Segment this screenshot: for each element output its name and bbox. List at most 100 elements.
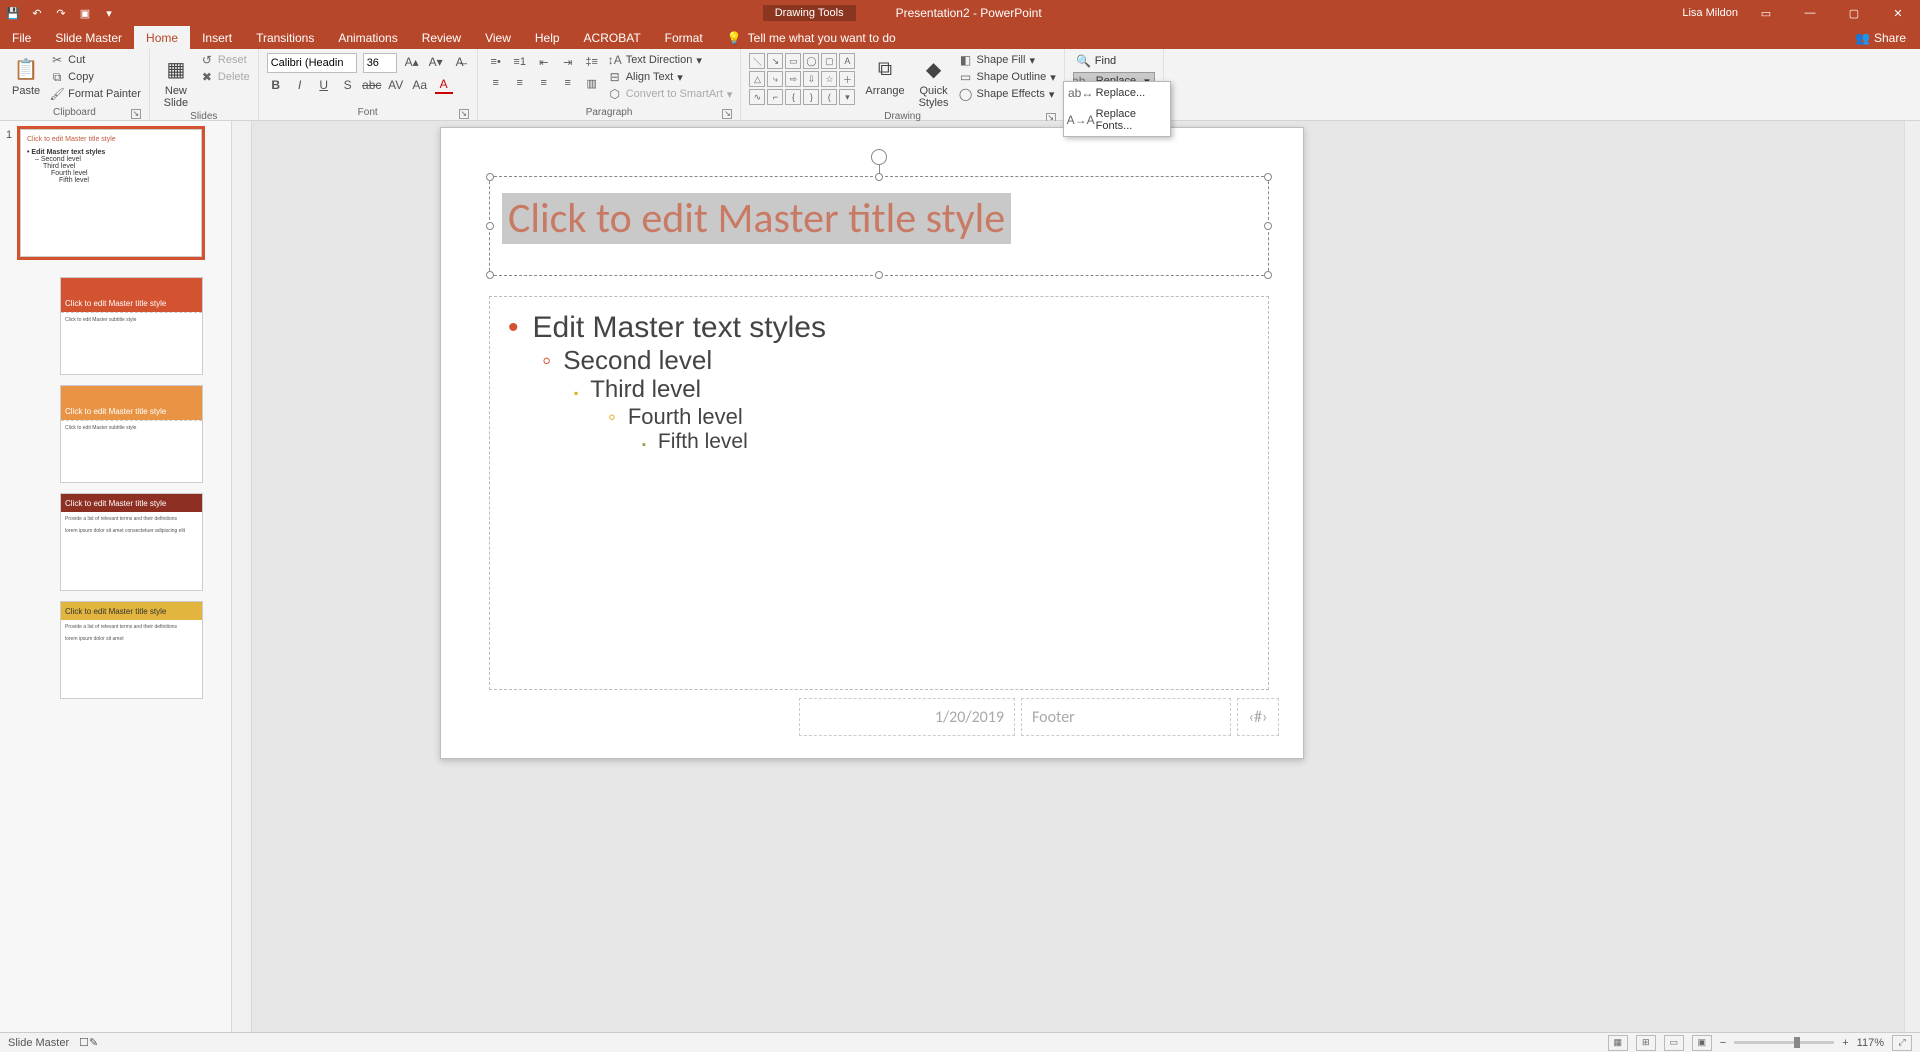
numbering-button[interactable]: ≡1: [510, 53, 530, 71]
tab-acrobat[interactable]: ACROBAT: [572, 26, 653, 49]
tab-home[interactable]: Home: [134, 26, 190, 49]
shape-elbow-icon[interactable]: ⌐: [767, 89, 783, 105]
zoom-percent[interactable]: 117%: [1857, 1037, 1884, 1049]
arrange-button[interactable]: ⧉Arrange: [861, 53, 908, 99]
clear-formatting-icon[interactable]: A̶: [451, 53, 469, 71]
master-thumbnail[interactable]: Click to edit Master title style • Edit …: [20, 129, 202, 257]
slide-master-canvas[interactable]: Click to edit Master title style Edit Ma…: [440, 127, 1304, 759]
text-direction-button[interactable]: ↕AText Direction▾: [608, 53, 733, 67]
sorter-view-button[interactable]: ⊞: [1636, 1035, 1656, 1051]
clipboard-launcher-icon[interactable]: ↘: [131, 109, 141, 119]
footer-placeholder[interactable]: Footer: [1021, 698, 1231, 736]
shadow-button[interactable]: S: [339, 76, 357, 94]
title-placeholder[interactable]: Click to edit Master title style: [489, 176, 1269, 276]
shape-arrow-icon[interactable]: ↘: [767, 53, 783, 69]
redo-icon[interactable]: ↷: [54, 6, 68, 20]
zoom-slider[interactable]: [1734, 1041, 1834, 1044]
rotation-handle[interactable]: [871, 149, 887, 165]
date-placeholder[interactable]: 1/20/2019: [799, 698, 1015, 736]
normal-view-button[interactable]: ▦: [1608, 1035, 1628, 1051]
shape-outline-button[interactable]: ▭Shape Outline▾: [959, 70, 1056, 84]
cut-button[interactable]: ✂Cut: [50, 53, 141, 67]
content-placeholder[interactable]: Edit Master text styles Second level Thi…: [489, 296, 1269, 690]
vertical-scrollbar[interactable]: [1904, 121, 1920, 1032]
change-case-button[interactable]: Aa: [411, 76, 429, 94]
shape-arrow2-icon[interactable]: ⇨: [785, 71, 801, 87]
resize-handle[interactable]: [486, 173, 494, 181]
shape-oval-icon[interactable]: ◯: [803, 53, 819, 69]
shapes-gallery[interactable]: ＼ ↘ ▭ ◯ ▢ A △ ⤷ ⇨ ⇩ ☆ ＋ ∿ ⌐ { } ( ▾: [749, 53, 855, 105]
shape-rect-icon[interactable]: ▭: [785, 53, 801, 69]
tab-transitions[interactable]: Transitions: [244, 26, 326, 49]
line-spacing-button[interactable]: ‡≡: [582, 53, 602, 71]
font-color-button[interactable]: A: [435, 76, 453, 94]
tab-animations[interactable]: Animations: [326, 26, 409, 49]
shape-fill-button[interactable]: ◧Shape Fill▾: [959, 53, 1056, 67]
zoom-in-button[interactable]: +: [1842, 1037, 1848, 1049]
resize-handle[interactable]: [875, 271, 883, 279]
char-spacing-button[interactable]: AV: [387, 76, 405, 94]
increase-indent-button[interactable]: ⇥: [558, 53, 578, 71]
close-icon[interactable]: ✕: [1882, 1, 1914, 25]
user-name[interactable]: Lisa Mildon: [1682, 7, 1738, 19]
shape-line-icon[interactable]: ＼: [749, 53, 765, 69]
fit-to-window-button[interactable]: ⤢: [1892, 1035, 1912, 1051]
menu-replace-fonts[interactable]: A→AReplace Fonts...: [1064, 104, 1170, 136]
justify-button[interactable]: ≡: [558, 74, 578, 92]
slideshow-view-button[interactable]: ▣: [1692, 1035, 1712, 1051]
italic-button[interactable]: I: [291, 76, 309, 94]
resize-handle[interactable]: [1264, 222, 1272, 230]
shape-textbox-icon[interactable]: A: [839, 53, 855, 69]
bold-button[interactable]: B: [267, 76, 285, 94]
reading-view-button[interactable]: ▭: [1664, 1035, 1684, 1051]
format-painter-button[interactable]: 🖌Format Painter: [50, 87, 141, 101]
layout-thumb-3[interactable]: Click to edit Master title style Provide…: [60, 493, 203, 591]
tell-me-search[interactable]: 💡 Tell me what you want to do: [727, 26, 896, 49]
slide-canvas-area[interactable]: Click to edit Master title style Edit Ma…: [252, 121, 1920, 1032]
layout-thumb-2[interactable]: Click to edit Master title style Click t…: [60, 385, 203, 483]
shape-triangle-icon[interactable]: △: [749, 71, 765, 87]
shape-paren-l-icon[interactable]: (: [821, 89, 837, 105]
shape-arrow3-icon[interactable]: ⇩: [803, 71, 819, 87]
align-center-button[interactable]: ≡: [510, 74, 530, 92]
qat-customize-icon[interactable]: ▾: [102, 6, 116, 20]
share-button[interactable]: 👥 Share: [1841, 26, 1920, 49]
accessibility-icon[interactable]: ☐✎: [79, 1036, 98, 1049]
minimize-icon[interactable]: —: [1794, 1, 1826, 25]
tab-help[interactable]: Help: [523, 26, 572, 49]
decrease-indent-button[interactable]: ⇤: [534, 53, 554, 71]
tab-view[interactable]: View: [473, 26, 523, 49]
shape-connector-icon[interactable]: ⤷: [767, 71, 783, 87]
shape-effects-button[interactable]: ◯Shape Effects▾: [959, 87, 1056, 101]
font-launcher-icon[interactable]: ↘: [459, 109, 469, 119]
reset-button[interactable]: ↺Reset: [200, 53, 250, 67]
resize-handle[interactable]: [1264, 173, 1272, 181]
tab-format[interactable]: Format: [653, 26, 715, 49]
layout-thumb-4[interactable]: Click to edit Master title style Provide…: [60, 601, 203, 699]
find-button[interactable]: 🔍Find: [1073, 53, 1155, 69]
paragraph-launcher-icon[interactable]: ↘: [722, 109, 732, 119]
convert-smartart-button[interactable]: ⬡Convert to SmartArt▾: [608, 87, 733, 101]
shape-brace-r-icon[interactable]: }: [803, 89, 819, 105]
tab-insert[interactable]: Insert: [190, 26, 244, 49]
bullets-button[interactable]: ≡•: [486, 53, 506, 71]
shape-curve-icon[interactable]: ∿: [749, 89, 765, 105]
quick-styles-button[interactable]: ◆Quick Styles: [915, 53, 953, 111]
zoom-thumb[interactable]: [1794, 1037, 1800, 1048]
underline-button[interactable]: U: [315, 76, 333, 94]
decrease-font-icon[interactable]: A▾: [427, 53, 445, 71]
tab-slide-master[interactable]: Slide Master: [43, 26, 134, 49]
new-slide-button[interactable]: ▦ New Slide: [158, 53, 194, 111]
resize-handle[interactable]: [875, 173, 883, 181]
shape-rrect-icon[interactable]: ▢: [821, 53, 837, 69]
title-text[interactable]: Click to edit Master title style: [502, 193, 1011, 244]
thumbnails-pane[interactable]: 1 Click to edit Master title style • Edi…: [0, 121, 232, 1032]
paste-button[interactable]: 📋 Paste: [8, 53, 44, 99]
shape-brace-l-icon[interactable]: {: [785, 89, 801, 105]
resize-handle[interactable]: [1264, 271, 1272, 279]
ribbon-display-icon[interactable]: ▭: [1750, 1, 1782, 25]
tab-file[interactable]: File: [0, 26, 43, 49]
save-icon[interactable]: 💾: [6, 6, 20, 20]
slideshow-icon[interactable]: ▣: [78, 6, 92, 20]
columns-button[interactable]: ▥: [582, 74, 602, 92]
